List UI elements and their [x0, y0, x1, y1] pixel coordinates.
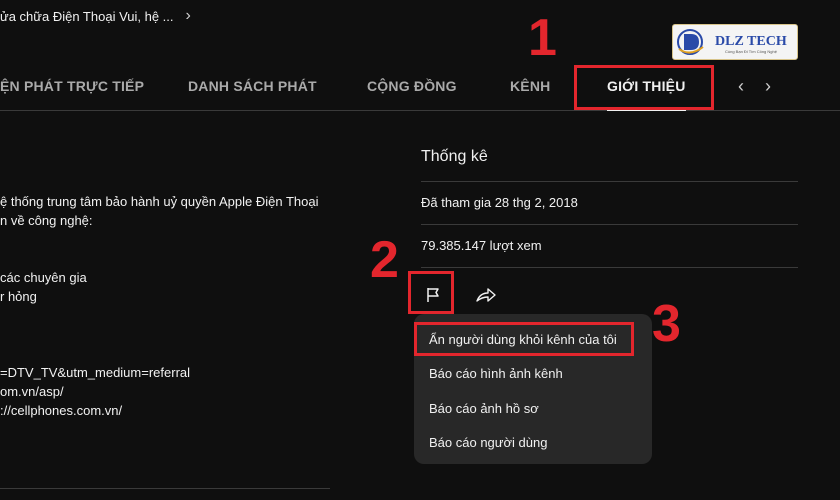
tab-community[interactable]: CỘNG ĐỒNG	[367, 62, 457, 110]
chevron-right-icon[interactable]: ›	[765, 62, 771, 110]
annotation-step-1: 1	[528, 9, 557, 67]
menu-item-report-channel-art[interactable]: Báo cáo hình ảnh kênh	[429, 366, 563, 381]
share-icon[interactable]	[471, 280, 501, 310]
annotation-step-2: 2	[370, 231, 399, 289]
logo-tagline: Cùng Bạn Đi Tìm Công Nghệ	[725, 49, 777, 54]
joined-date: Đã tham gia 28 thg 2, 2018	[421, 195, 578, 210]
highlight-about-tab	[574, 65, 714, 110]
menu-item-report-profile-picture[interactable]: Báo cáo ảnh hồ sơ	[429, 401, 539, 416]
tab-live[interactable]: ỆN PHÁT TRỰC TIẾP	[0, 62, 144, 110]
divider	[0, 488, 330, 489]
description-link[interactable]: =DTV_TV&utm_medium=referral	[0, 364, 190, 382]
dlz-tech-logo: DLZ TECH Cùng Bạn Đi Tìm Công Nghệ	[672, 24, 798, 60]
divider	[421, 181, 798, 182]
description-line: n về công nghệ:	[0, 213, 93, 228]
annotation-step-3: 3	[652, 295, 681, 353]
chevron-left-icon[interactable]: ‹	[738, 62, 744, 110]
tab-channels[interactable]: KÊNH	[510, 62, 550, 110]
view-count: 79.385.147 lượt xem	[421, 238, 542, 253]
divider	[421, 224, 798, 225]
logo-text: DLZ TECH	[715, 34, 787, 49]
description-line: r hỏng	[0, 289, 37, 304]
description-link[interactable]: ://cellphones.com.vn/	[0, 402, 122, 420]
description-line: ệ thống trung tâm bảo hành uỷ quyền Appl…	[0, 194, 319, 209]
menu-item-report-user[interactable]: Báo cáo người dùng	[429, 435, 547, 450]
channel-tabs: ỆN PHÁT TRỰC TIẾP DANH SÁCH PHÁT CỘNG ĐỒ…	[0, 62, 840, 111]
description-line: các chuyên gia	[0, 270, 87, 285]
stats-title: Thống kê	[421, 148, 488, 165]
breadcrumb[interactable]: ửa chữa Điện Thoại Vui, hệ ... ›	[0, 6, 191, 26]
breadcrumb-text[interactable]: ửa chữa Điện Thoại Vui, hệ ...	[0, 9, 174, 24]
highlight-flag-button	[408, 271, 454, 314]
logo-mark	[677, 29, 704, 55]
description-link[interactable]: om.vn/asp/	[0, 383, 64, 401]
divider	[421, 267, 798, 268]
highlight-hide-user-item	[414, 322, 634, 356]
chevron-right-icon[interactable]: ›	[186, 7, 191, 25]
tab-playlists[interactable]: DANH SÁCH PHÁT	[188, 62, 317, 110]
